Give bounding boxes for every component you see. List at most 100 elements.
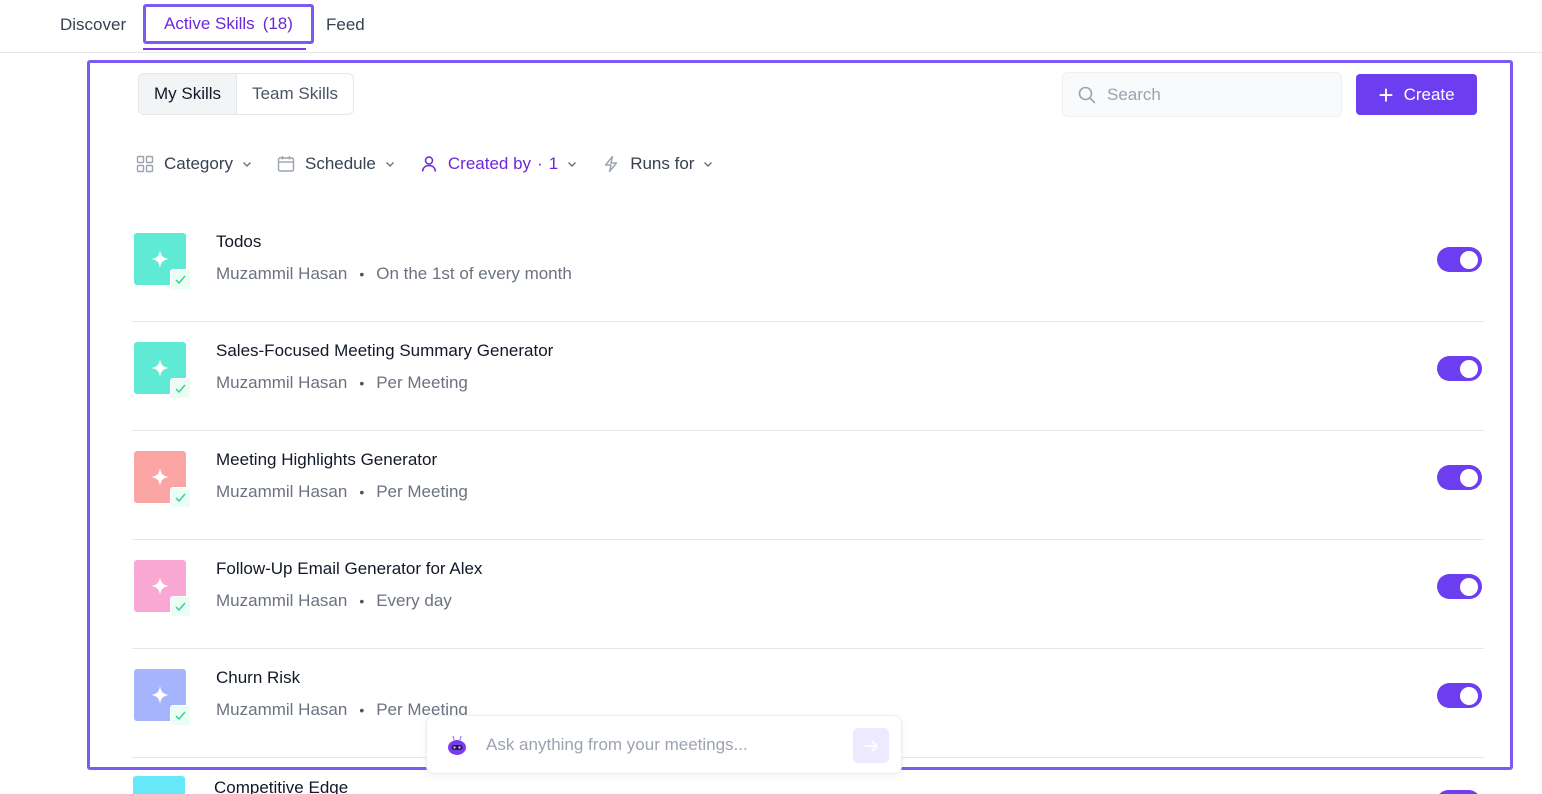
skill-schedule: Per Meeting — [376, 373, 468, 392]
filter-created-by[interactable]: Created by · 1 — [420, 154, 578, 174]
tab-feed[interactable]: Feed — [326, 0, 365, 50]
skill-sparkle-icon — [134, 560, 191, 617]
skill-row[interactable]: Meeting Highlights Generator Muzammil Ha… — [132, 431, 1484, 540]
skill-enabled-toggle[interactable] — [1437, 247, 1482, 272]
grid-icon — [136, 155, 154, 173]
skill-enabled-toggle[interactable] — [1437, 465, 1482, 490]
check-icon — [170, 596, 191, 617]
check-icon — [170, 705, 191, 726]
search-box[interactable] — [1062, 72, 1342, 117]
active-skills-count: (18) — [262, 14, 293, 33]
toggle-knob — [1460, 468, 1478, 487]
meta-separator: • — [359, 266, 365, 282]
skill-author: Muzammil Hasan — [216, 264, 348, 283]
skill-sparkle-icon — [134, 451, 191, 508]
chevron-down-icon — [242, 162, 251, 167]
tab-active-skills[interactable]: Active Skills (18) — [143, 4, 314, 44]
active-tab-underline — [143, 48, 306, 50]
skill-row[interactable]: Todos Muzammil Hasan • On the 1st of eve… — [132, 213, 1484, 322]
skills-panel: My Skills Team Skills + Create Category … — [87, 60, 1513, 770]
arrow-right-icon — [865, 739, 879, 752]
plus-icon: + — [1378, 79, 1394, 110]
toggle-knob — [1460, 686, 1478, 705]
search-icon — [1078, 86, 1096, 103]
my-skills-button[interactable]: My Skills — [139, 74, 238, 114]
skill-sparkle-icon — [134, 233, 191, 290]
tab-active-skills-label: Active Skills — [164, 14, 255, 33]
filter-dot: · — [537, 154, 543, 173]
sparkle-icon — [151, 359, 169, 377]
skill-schedule: Per Meeting — [376, 482, 468, 501]
filter-category-label: Category — [164, 154, 233, 173]
skill-meta: Muzammil Hasan • Per Meeting — [216, 482, 468, 502]
skill-author: Muzammil Hasan — [216, 591, 348, 610]
sparkle-icon — [151, 577, 169, 595]
tab-discover[interactable]: Discover — [60, 0, 126, 50]
filter-bar: Category Schedule Created by · 1 Runs fo… — [136, 151, 738, 177]
meta-separator: • — [359, 375, 365, 391]
skill-meta: Muzammil Hasan • Every day — [216, 591, 452, 611]
toggle-knob — [1460, 359, 1478, 378]
skill-sparkle-icon — [134, 342, 191, 399]
skill-row[interactable]: Sales-Focused Meeting Summary Generator … — [132, 322, 1484, 431]
ask-bar — [426, 715, 902, 774]
team-skills-button[interactable]: Team Skills — [237, 74, 353, 114]
ask-input[interactable] — [486, 734, 836, 755]
user-icon — [421, 156, 437, 172]
chevron-down-icon — [704, 162, 713, 167]
tab-feed-label: Feed — [326, 15, 365, 34]
lightning-icon — [604, 155, 618, 173]
create-button[interactable]: + Create — [1356, 74, 1477, 115]
skill-title: Meeting Highlights Generator — [216, 450, 438, 469]
filter-category[interactable]: Category — [136, 154, 253, 174]
sparkle-icon — [151, 468, 169, 486]
check-icon — [170, 378, 191, 399]
skill-meta: Muzammil Hasan • On the 1st of every mon… — [216, 264, 572, 284]
skill-title: Sales-Focused Meeting Summary Generator — [216, 341, 554, 360]
tab-discover-label: Discover — [60, 15, 127, 34]
skill-author: Muzammil Hasan — [216, 482, 348, 501]
create-button-label: Create — [1403, 84, 1455, 104]
send-button[interactable] — [853, 728, 889, 763]
skills-list: Todos Muzammil Hasan • On the 1st of eve… — [132, 213, 1484, 758]
skill-author: Muzammil Hasan — [216, 373, 348, 392]
filter-created-by-count: 1 — [548, 154, 559, 173]
sparkle-icon — [151, 686, 169, 704]
filter-schedule-label: Schedule — [304, 154, 376, 173]
skills-view-toggle: My Skills Team Skills — [138, 73, 355, 115]
sparkle-icon — [151, 250, 169, 268]
skill-sparkle-icon — [133, 776, 185, 794]
search-input[interactable] — [1107, 84, 1307, 105]
check-icon — [170, 269, 191, 290]
skill-sparkle-icon — [134, 669, 191, 726]
skill-enabled-toggle[interactable] — [1437, 356, 1482, 381]
skill-title: Follow-Up Email Generator for Alex — [216, 559, 483, 578]
calendar-icon — [277, 156, 295, 172]
chevron-down-icon — [568, 162, 577, 167]
skill-row[interactable]: Follow-Up Email Generator for Alex Muzam… — [132, 540, 1484, 649]
skill-title: Todos — [216, 232, 262, 251]
skill-meta: Muzammil Hasan • Per Meeting — [216, 373, 468, 393]
skill-title: Competitive Edge — [214, 778, 349, 794]
filter-runs-for[interactable]: Runs for — [602, 154, 714, 174]
skill-enabled-toggle[interactable] — [1437, 683, 1482, 708]
skill-title: Churn Risk — [216, 668, 301, 687]
skill-enabled-toggle[interactable] — [1437, 574, 1482, 599]
toggle-knob — [1460, 250, 1478, 269]
filter-created-by-label: Created by — [447, 154, 532, 173]
robot-icon — [448, 735, 466, 755]
skill-schedule: On the 1st of every month — [376, 264, 572, 283]
meta-separator: • — [359, 593, 365, 609]
chevron-down-icon — [385, 162, 394, 167]
check-icon — [170, 487, 191, 508]
skill-author: Muzammil Hasan — [216, 700, 348, 719]
skill-enabled-toggle[interactable] — [1436, 790, 1481, 794]
filter-runs-for-label: Runs for — [630, 154, 695, 173]
meta-separator: • — [359, 702, 365, 718]
toggle-knob — [1460, 577, 1478, 596]
filter-schedule[interactable]: Schedule — [277, 154, 396, 174]
skill-schedule: Every day — [376, 591, 452, 610]
skill-row[interactable]: Competitive Edge — [131, 776, 1483, 794]
top-tabs: Discover Active Skills (18) Feed — [0, 0, 1542, 53]
meta-separator: • — [359, 484, 365, 500]
